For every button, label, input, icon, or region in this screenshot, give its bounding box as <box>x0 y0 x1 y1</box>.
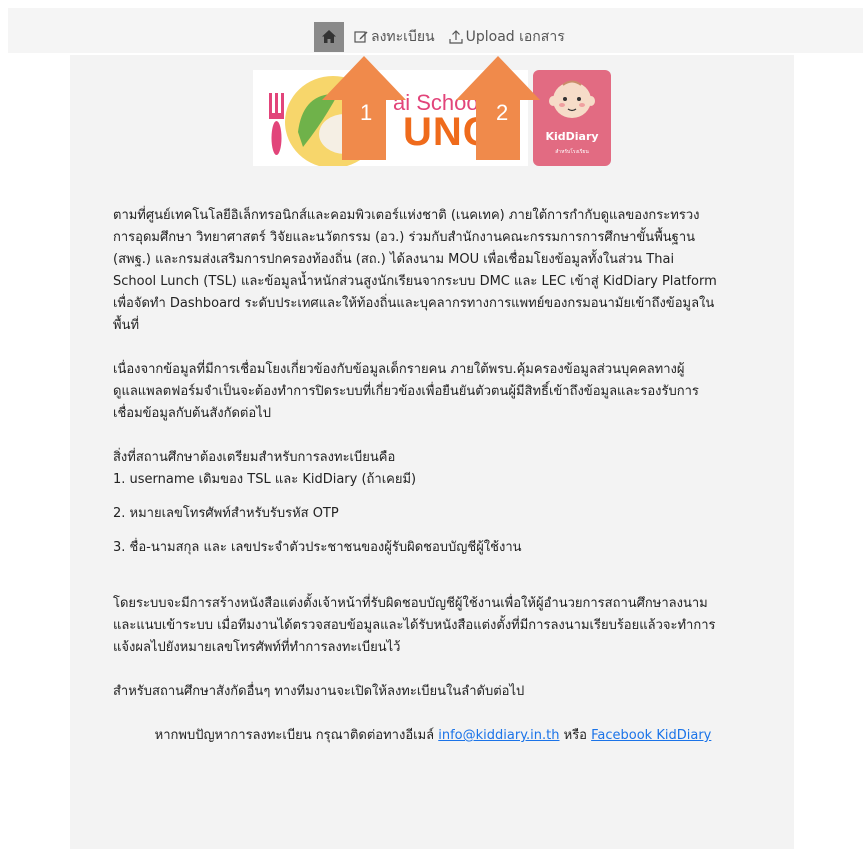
main-content: ตามที่ศูนย์เทคโนโลยีอิเล็กทรอนิกส์และคอม… <box>113 205 753 747</box>
annotation-number-2: 2 <box>496 100 509 125</box>
prep-item-1: 1. username เดิมของ TSL และ KidDiary (ถ้… <box>113 472 417 487</box>
prep-item-3: 3. ชื่อ-นามสกุล และ เลขประจำตัวประชาชนขอ… <box>113 540 522 555</box>
appointment-line: โดยระบบจะมีการสร้างหนังสือแต่งตั้งเจ้าหน… <box>113 596 708 611</box>
privacy-line: เชื่อมข้อมูลกับต้นสังกัดต่อไป <box>113 406 271 421</box>
contact-line: หากพบปัญหาการลงทะเบียน กรุณาติดต่อทางอีเ… <box>113 725 753 747</box>
upload-link[interactable]: Upload เอกสาร <box>445 26 569 48</box>
home-button[interactable] <box>314 21 344 52</box>
baby-face-icon <box>549 80 595 118</box>
privacy-paragraph: เนื่องจากข้อมูลที่มีการเชื่อมโยงเกี่ยวข้… <box>113 359 753 425</box>
kiddiary-logo: KidDiary สำหรับโรงเรียน <box>533 70 611 166</box>
nav-group: ลงทะเบียน Upload เอกสาร <box>314 20 569 53</box>
intro-line: การอุดมศึกษา วิทยาศาสตร์ วิจัยและนวัตกรร… <box>113 230 696 245</box>
kiddiary-title: KidDiary <box>545 130 599 143</box>
intro-line: (สพฐ.) และกรมส่งเสริมการปกครองท้องถิ่น (… <box>113 252 675 267</box>
register-link[interactable]: ลงทะเบียน <box>350 26 439 48</box>
intro-line: เพื่อจัดทำ Dashboard ระดับประเทศและให้ท้… <box>113 296 715 311</box>
appointment-paragraph: โดยระบบจะมีการสร้างหนังสือแต่งตั้งเจ้าหน… <box>113 593 753 659</box>
intro-line: School Lunch (TSL) และข้อมูลน้ำหนักส่วนส… <box>113 274 717 289</box>
kiddiary-subtitle: สำหรับโรงเรียน <box>555 149 589 155</box>
prep-item-2: 2. หมายเลขโทรศัพท์สำหรับรับรหัส OTP <box>113 506 339 521</box>
top-navbar: ลงทะเบียน Upload เอกสาร <box>8 8 863 53</box>
upload-label: Upload เอกสาร <box>465 28 565 45</box>
logo-row: ai Schoo UNCH KidDiary สำหรับโรงเรียน <box>253 70 613 166</box>
facebook-link[interactable]: Facebook KidDiary <box>591 728 711 743</box>
upload-icon <box>449 29 463 44</box>
email-link[interactable]: info@kiddiary.in.th <box>438 728 559 743</box>
other-schools-note: สำหรับสถานศึกษาสังกัดอื่นๆ ทางทีมงานจะเป… <box>113 684 525 699</box>
contact-or: หรือ <box>559 728 592 743</box>
intro-line: พื้นที่ <box>113 318 140 333</box>
privacy-line: เนื่องจากข้อมูลที่มีการเชื่อมโยงเกี่ยวข้… <box>113 362 685 377</box>
contact-prefix: หากพบปัญหาการลงทะเบียน กรุณาติดต่อทางอีเ… <box>154 728 439 743</box>
register-label: ลงทะเบียน <box>371 28 435 45</box>
appointment-line: แจ้งผลไปยังหมายเลขโทรศัพท์ที่ทำการลงทะเบ… <box>113 640 401 655</box>
appointment-line: และแนบเข้าระบบ เมื่อทีมงานได้ตรวจสอบข้อม… <box>113 618 716 633</box>
home-icon <box>322 30 336 43</box>
edit-icon <box>354 30 368 43</box>
annotation-number-1: 1 <box>360 100 373 125</box>
intro-line: ตามที่ศูนย์เทคโนโลยีอิเล็กทรอนิกส์และคอม… <box>113 208 700 223</box>
prep-heading: สิ่งที่สถานศึกษาต้องเตรียมสำหรับการลงทะเ… <box>113 450 396 465</box>
intro-paragraph: ตามที่ศูนย์เทคโนโลยีอิเล็กทรอนิกส์และคอม… <box>113 205 753 337</box>
privacy-line: ดูแลแพลตฟอร์มจำเป็นจะต้องทำการปิดระบบที่… <box>113 384 699 399</box>
